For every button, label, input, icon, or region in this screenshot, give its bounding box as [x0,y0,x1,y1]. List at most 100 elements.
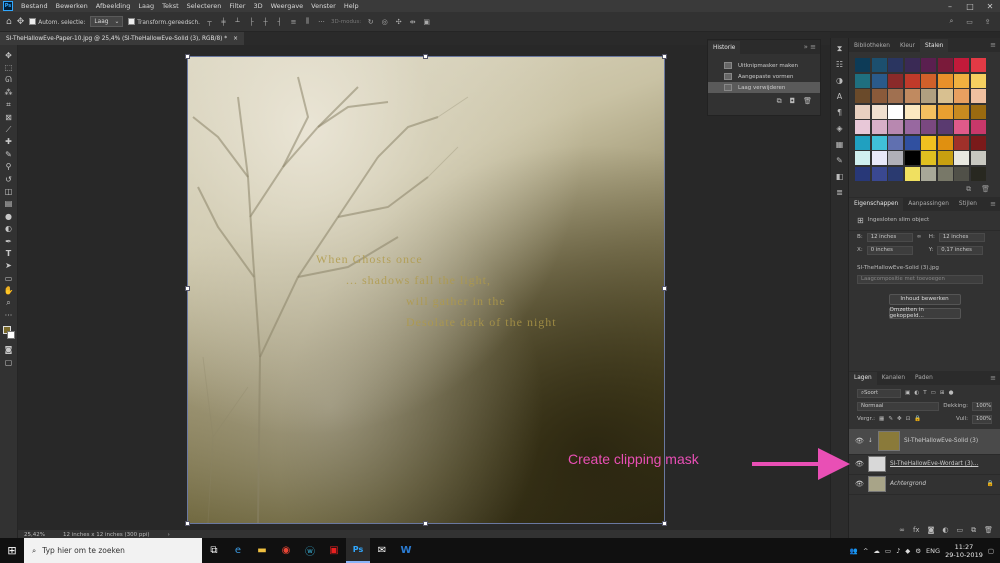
cloud-icon[interactable]: ☁ [873,547,880,555]
healing-brush-icon[interactable]: ✚ [2,136,16,148]
color-swatch[interactable] [970,73,986,88]
color-swatch[interactable] [937,89,953,103]
panel-menu-icon[interactable]: ≡ [990,41,996,49]
color-swatch[interactable] [921,151,936,165]
menu-venster[interactable]: Venster [307,2,340,10]
marquee-tool-icon[interactable]: ⬚ [2,61,16,73]
color-swatch[interactable] [855,166,870,181]
color-swatch[interactable] [904,73,920,88]
color-swatch[interactable] [954,58,969,72]
align-middle-icon[interactable]: ╪ [219,18,228,26]
auto-select-dropdown[interactable]: Laag ⌄ [90,16,124,27]
color-swatch[interactable] [871,58,887,72]
color-swatch[interactable] [937,135,953,150]
menu-help[interactable]: Help [340,2,363,10]
filter-type-icon[interactable]: T [923,390,926,396]
color-swatch[interactable] [954,135,969,150]
color-swatch[interactable] [937,151,953,165]
file-explorer-icon[interactable]: ▬ [250,538,274,563]
transform-handle[interactable] [662,286,667,291]
color-swatch[interactable] [954,89,969,103]
quick-mask-icon[interactable]: ◙ [2,344,16,356]
tab-layers[interactable]: Lagen [849,371,877,385]
layer-name[interactable]: Achtergrond [890,481,926,487]
transform-handle[interactable] [185,521,190,526]
color-swatch[interactable] [970,151,986,165]
color-icon[interactable]: ◑ [836,76,843,88]
filter-pixel-icon[interactable]: ▣ [905,390,910,396]
align-top-icon[interactable]: ┬ [205,18,214,26]
crop-tool-icon[interactable]: ⌗ [2,99,16,111]
menu-afbeelding[interactable]: Afbeelding [92,2,135,10]
align-center-icon[interactable]: ┼ [261,18,270,26]
workspace-icon[interactable]: ▭ [965,18,974,26]
x-field[interactable]: 0 inches [866,245,913,255]
screen-mode-icon[interactable]: ▢ [2,356,16,368]
align-left-icon[interactable]: ├ [247,18,256,26]
menu-bewerken[interactable]: Bewerken [52,2,92,10]
adjustment-layer-icon[interactable]: ◐ [942,526,948,535]
color-swatch[interactable] [904,166,920,181]
layer-name[interactable]: SI-TheHallowEve-Solid (3) [904,438,978,444]
dropbox-icon[interactable]: ◆ [905,547,910,555]
layer-comp-select[interactable]: Laagcompositie met toevoegen [857,274,983,284]
clone-stamp-icon[interactable]: ⚲ [2,161,16,173]
tab-paths[interactable]: Paden [910,372,938,385]
panel-menu-icon[interactable]: ≡ [990,374,996,382]
color-swatch[interactable] [855,89,870,103]
people-icon[interactable]: 👥 [850,547,858,555]
maximize-icon[interactable]: □ [960,2,980,11]
menu-laag[interactable]: Laag [134,2,158,10]
share-icon[interactable]: ⇪ [983,18,992,26]
color-swatch[interactable] [970,58,986,72]
color-swatch[interactable] [970,89,986,103]
edge-icon[interactable]: e [226,538,250,563]
color-swatch[interactable] [904,89,920,103]
search-icon[interactable]: ⌕ [947,17,956,26]
app-red-icon[interactable]: ▣ [322,538,346,563]
color-swatch[interactable] [970,120,986,134]
eye-icon[interactable]: 👁 [855,480,864,488]
panel-collapse-icon[interactable]: » ≡ [804,43,816,51]
magic-wand-icon[interactable]: ⁂ [2,86,16,98]
edit-contents-button[interactable]: Inhoud bewerken [888,293,961,305]
color-swatch[interactable] [970,104,986,119]
fx-icon[interactable]: fx [913,526,920,535]
filter-toggle-icon[interactable]: ● [949,390,954,396]
color-swatch[interactable] [954,166,969,181]
trash-icon[interactable]: 🗑 [803,97,812,106]
layer-row[interactable]: 👁 Achtergrond 🔒 [849,475,1000,495]
home-icon[interactable]: ⌂ [6,17,12,27]
color-swatches[interactable] [2,325,16,341]
menu-tekst[interactable]: Tekst [158,2,183,10]
menu-selecteren[interactable]: Selecteren [183,2,226,10]
lock-move-icon[interactable]: ✥ [897,416,902,422]
color-swatch[interactable] [888,58,903,72]
snapshot-icon[interactable]: ◘ [790,97,796,106]
dodge-tool-icon[interactable]: ◐ [2,222,16,234]
color-swatch[interactable] [871,89,887,103]
character-icon[interactable]: A [837,92,842,104]
color-swatch[interactable] [871,104,887,119]
color-swatch[interactable] [888,166,903,181]
transform-handle[interactable] [185,286,190,291]
properties-icon[interactable]: ≣ [836,188,843,200]
history-brush-icon[interactable]: ↺ [2,173,16,185]
color-swatch[interactable] [871,73,887,88]
transform-handle[interactable] [662,521,667,526]
move-tool-icon[interactable]: ✥ [2,49,16,61]
eraser-icon[interactable]: ◫ [2,185,16,197]
layer-name[interactable]: SI-TheHallowEve-Wordart (3)... [890,461,978,467]
app-w-icon[interactable]: ⓦ [298,538,322,563]
notifications-icon[interactable]: ▢ [988,547,994,555]
panel-menu-icon[interactable]: ≡ [990,200,996,208]
menu-weergave[interactable]: Weergave [267,2,308,10]
color-swatch[interactable] [921,120,936,134]
tab-libraries[interactable]: Bibliotheken [849,39,895,52]
checkbox-icon[interactable] [128,18,136,25]
gradient-tool-icon[interactable]: ▤ [2,198,16,210]
document-tab[interactable]: SI-TheHallowEve-Paper-10.jpg @ 25,4% (SI… [0,32,244,45]
layer-filter-select[interactable]: ⌕ Soort [857,388,901,398]
color-swatch[interactable] [954,73,969,88]
history-item[interactable]: Uitknipmasker maken [708,60,820,71]
